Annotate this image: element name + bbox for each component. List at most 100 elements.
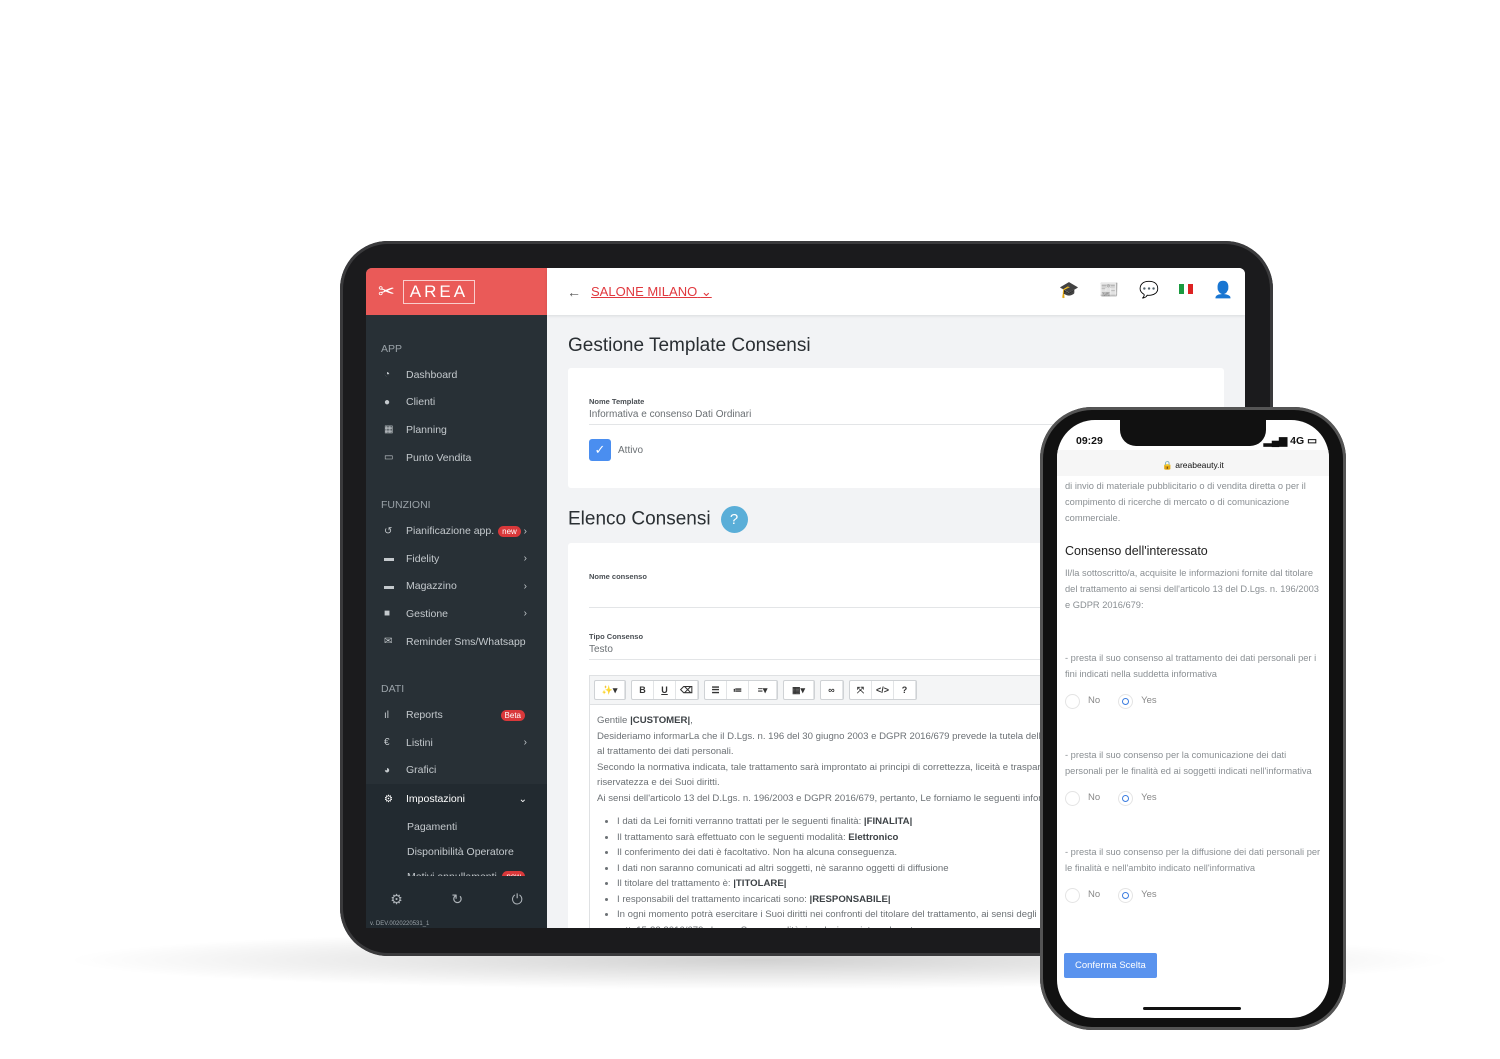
chevron-right-icon: › [523, 525, 527, 537]
radio-yes[interactable] [1118, 693, 1134, 709]
url-text: areabeauty.it [1175, 460, 1224, 470]
italian-flag-icon[interactable] [1179, 284, 1194, 294]
consent-body: Il/la sottoscritto/a, acquisite le infor… [1065, 568, 1319, 610]
link-icon[interactable]: ∞ [821, 681, 843, 699]
fullscreen-icon[interactable]: ⤧ [850, 681, 872, 699]
settings-icon[interactable]: ⚙ [390, 891, 403, 908]
active-checkbox[interactable]: ✓ [589, 439, 611, 461]
help-icon[interactable]: ? [894, 681, 916, 699]
sidebar-item[interactable]: ● Clienti [366, 389, 547, 417]
sidebar-badge: Beta [500, 709, 525, 721]
radio-no-label: No [1088, 792, 1101, 803]
sidebar-badge: new [498, 525, 521, 537]
radio-yes-label: Yes [1141, 695, 1157, 706]
table-icon[interactable]: ▦▾ [784, 681, 814, 699]
bullet-text: In ogni momento potrà esercitare i Suoi … [617, 909, 1037, 920]
logo[interactable]: ✂ AREA [366, 268, 547, 315]
sidebar-section-title: DATI [381, 683, 405, 696]
user-icon: ● [384, 396, 391, 408]
bullet-text: Il trattamento sarà effettuato con le se… [617, 831, 849, 843]
consent-heading: Consenso dell'interessato [1065, 544, 1208, 558]
pie-chart-icon: ◕ [384, 764, 391, 776]
euro-icon: € [384, 737, 390, 749]
radio-no[interactable] [1065, 693, 1080, 709]
sidebar-item[interactable]: ↺ Pianificazione app. new › [366, 517, 547, 545]
version-text: v. DEV.0020220531_1 [370, 921, 430, 927]
sidebar-item[interactable]: ▬ Fidelity › [366, 545, 547, 573]
sidebar-item[interactable]: ▬ Magazzino › [366, 573, 547, 601]
radio-yes[interactable] [1118, 887, 1134, 903]
sidebar-item[interactable]: ▭ Punto Vendita [366, 444, 547, 472]
back-arrow-icon[interactable]: ← [567, 284, 581, 300]
bullet-text: I responsabili del trattamento incaricat… [617, 893, 810, 905]
sidebar-item-label: Planning [406, 423, 447, 436]
consent-radio-group: No Yes [1065, 790, 1323, 806]
refresh-icon[interactable]: ↻ [451, 891, 463, 908]
home-indicator [1143, 1007, 1241, 1010]
bar-chart-icon: ıl [384, 709, 389, 721]
consent-form: di invio di materiale pubblicitario o di… [1065, 478, 1323, 903]
bullet-bold: |TITOLARE| [733, 878, 787, 889]
radio-no-label: No [1088, 889, 1101, 900]
radio-no[interactable] [1065, 887, 1080, 903]
radio-no-label: No [1088, 695, 1101, 706]
location-selector[interactable]: SALONE MILANO ⌄ [591, 284, 712, 300]
bold-icon[interactable]: B [632, 681, 654, 699]
envelope-icon: ✉ [384, 636, 393, 648]
chat-icon[interactable]: 💬 [1139, 280, 1159, 300]
align-icon[interactable]: ≡▾ [749, 681, 777, 699]
status-bar: 09:29 ▂▄▆ 4G ▭ [1076, 435, 1317, 447]
phone-frame: 🔒 areabeauty.it 09:29 ▂▄▆ 4G ▭ di invio d… [1040, 407, 1346, 1030]
bullet-text: artt. 15-22 2016/679 che per Sua comodit… [617, 925, 918, 929]
archive-icon: ▬ [384, 580, 394, 592]
customer-placeholder: |CUSTOMER| [630, 715, 691, 726]
numbered-list-icon[interactable]: ≔ [727, 681, 749, 699]
radio-no[interactable] [1065, 790, 1080, 806]
gear-icon: ⚙ [384, 793, 393, 805]
sidebar-item[interactable]: € Listini › [366, 729, 547, 757]
bullet-list-icon[interactable]: ☰ [705, 681, 727, 699]
consent-radio-group: No Yes [1065, 693, 1323, 709]
sidebar-item[interactable]: ⚙ Impostazioni ⌄ [366, 784, 547, 815]
eraser-icon[interactable]: ⌫ [676, 681, 698, 699]
magic-style-icon[interactable]: ✨▾ [595, 681, 625, 699]
dashboard-icon: ◔ [384, 369, 391, 381]
confirm-button[interactable]: Conferma Scelta [1064, 953, 1157, 978]
chevron-right-icon: › [523, 580, 527, 592]
graduation-cap-icon[interactable]: 🎓 [1059, 280, 1079, 300]
sidebar-item-label: Dashboard [406, 368, 458, 381]
sidebar-item[interactable]: ◔ Dashboard [366, 361, 547, 389]
chevron-right-icon: › [523, 737, 527, 749]
template-name-label: Nome Template [589, 397, 645, 406]
help-button[interactable]: ? [720, 506, 748, 533]
user-avatar-icon[interactable]: 👤 [1213, 280, 1233, 300]
newspaper-icon[interactable]: 📰 [1099, 280, 1119, 300]
sidebar-item[interactable]: ▦ Planning [366, 416, 547, 444]
consent-radio-group: No Yes [1065, 887, 1323, 903]
bullet-bold: |RESPONSABILE| [809, 893, 891, 905]
radio-yes[interactable] [1118, 790, 1134, 806]
underline-icon[interactable]: U [654, 681, 676, 699]
power-icon[interactable]: ⏻ [512, 891, 523, 908]
location-label: SALONE MILANO [591, 283, 698, 299]
consent-question: - presta il suo consenso per la comunica… [1065, 750, 1312, 776]
sidebar-subitem-label: Pagamenti [407, 820, 458, 833]
list-title: Elenco Consensi [568, 508, 711, 530]
sidebar-subitem[interactable]: Pagamenti [366, 814, 547, 840]
radio-yes-label: Yes [1141, 889, 1157, 900]
sidebar-item-label: Impostazioni [406, 793, 465, 806]
sidebar-item[interactable]: ıl Reports Beta [366, 701, 547, 729]
sidebar-item[interactable]: ◕ Grafici [366, 757, 547, 785]
chevron-down-icon: ⌄ [518, 793, 527, 805]
bullet-text: I dati non saranno comunicati ad altri s… [617, 862, 949, 874]
url-bar[interactable]: 🔒 areabeauty.it [1057, 450, 1329, 476]
sidebar-item[interactable]: ✉ Reminder Sms/Whatsapp [366, 628, 547, 656]
sidebar-item-label: Magazzino [406, 580, 457, 593]
bullet-bold: Elettronico [848, 831, 899, 843]
sidebar-item[interactable]: ■ Gestione › [366, 600, 547, 628]
sidebar-section-title: FUNZIONI [381, 499, 431, 512]
sidebar-subitem[interactable]: Disponibilità Operatore [366, 839, 547, 865]
history-icon: ↺ [384, 525, 393, 537]
code-view-icon[interactable]: </> [872, 681, 894, 699]
sidebar-section-title: APP [381, 343, 403, 355]
